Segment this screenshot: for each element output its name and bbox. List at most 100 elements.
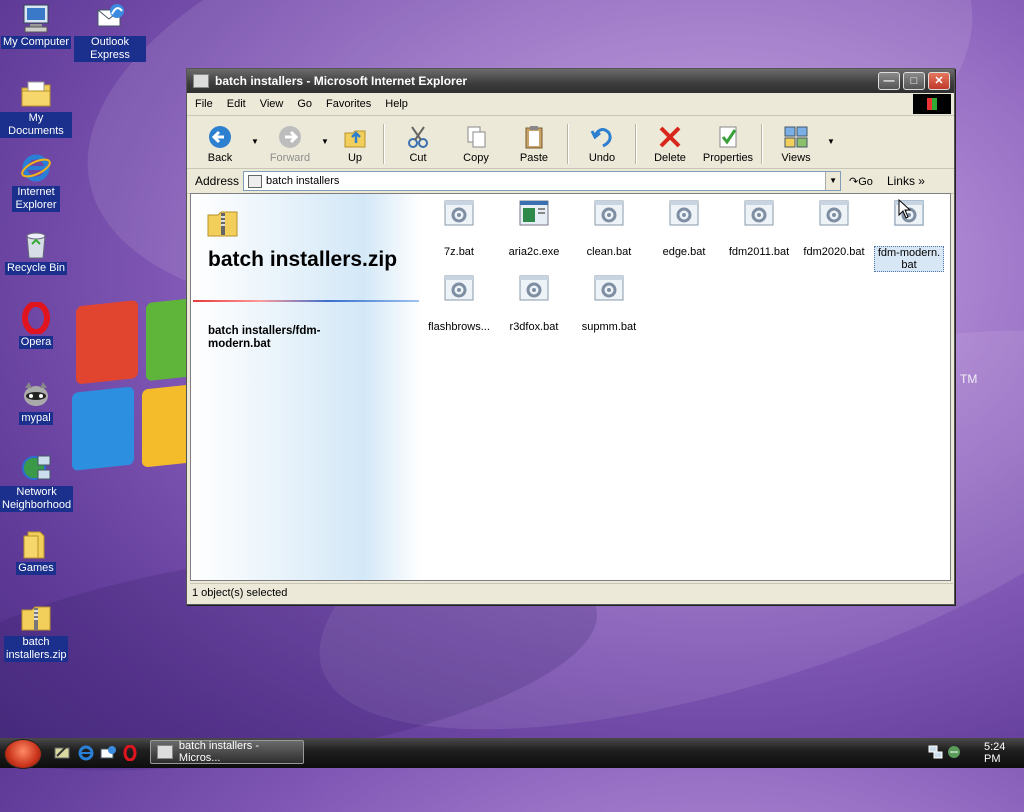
selected-item-path: batch installers/fdm-modern.bat: [208, 325, 321, 350]
menu-help[interactable]: Help: [385, 98, 408, 110]
clipboard-icon: [521, 125, 547, 149]
file-item[interactable]: flashbrows...: [423, 275, 495, 333]
file-item[interactable]: fdm2020.bat: [798, 200, 870, 258]
batch-file-icon: [519, 275, 549, 301]
minimize-button[interactable]: —: [878, 72, 900, 90]
desktop-icon-opera[interactable]: Opera: [0, 301, 72, 349]
links-button[interactable]: Links »: [887, 174, 925, 188]
address-label: Address: [195, 174, 240, 188]
go-arrow-icon: ↷: [849, 175, 859, 188]
desktop-icon-recycle-bin[interactable]: Recycle Bin: [0, 228, 72, 275]
batch-file-icon: [819, 200, 849, 226]
file-name: 7z.bat: [444, 246, 474, 258]
menu-view[interactable]: View: [260, 98, 284, 110]
windows-flag-icon: [913, 94, 951, 114]
desktop-icon-my-computer[interactable]: My Computer: [0, 2, 72, 49]
internet-explorer-icon[interactable]: [78, 745, 94, 761]
desktop-icon-internet-explorer[interactable]: Internet Explorer: [0, 152, 72, 212]
file-item[interactable]: 7z.bat: [423, 200, 495, 258]
web-view-pane: batch installers.zip batch installers/fd…: [191, 194, 421, 580]
batch-file-icon: [594, 200, 624, 226]
status-bar: 1 object(s) selected: [190, 583, 953, 602]
file-item[interactable]: supmm.bat: [573, 275, 645, 333]
address-value: batch installers: [266, 175, 340, 187]
taskbar-button-explorer[interactable]: batch installers - Micros...: [150, 740, 304, 764]
desktop-icon-outlook-express[interactable]: Outlook Express: [74, 2, 146, 62]
batch-file-icon: [594, 275, 624, 301]
system-tray: 5:24 PM: [918, 738, 1024, 768]
maximize-button[interactable]: □: [903, 72, 925, 90]
file-name: fdm2011.bat: [728, 246, 790, 258]
network-tray-icon[interactable]: [928, 744, 944, 763]
back-dropdown[interactable]: ▼: [249, 137, 261, 164]
zip-folder-icon: [207, 208, 239, 238]
toolbar-separator: [383, 124, 385, 164]
menu-go[interactable]: Go: [297, 98, 312, 110]
start-button[interactable]: [4, 739, 42, 769]
menu-file[interactable]: File: [195, 98, 213, 110]
window-icon: [157, 745, 173, 759]
file-item[interactable]: clean.bat: [573, 200, 645, 258]
forward-arrow-icon: [277, 125, 303, 149]
address-input[interactable]: batch installers ▼: [243, 171, 842, 191]
toolbar-separator: [635, 124, 637, 164]
window-title: batch installers - Microsoft Internet Ex…: [215, 74, 468, 88]
network-icon: [20, 452, 52, 484]
menu-edit[interactable]: Edit: [227, 98, 246, 110]
undo-button[interactable]: Undo: [573, 125, 631, 164]
back-arrow-icon: [207, 125, 233, 149]
paste-button[interactable]: Paste: [505, 125, 563, 164]
menu-favorites[interactable]: Favorites: [326, 98, 371, 110]
delete-button[interactable]: Delete: [641, 125, 699, 164]
desktop-icon-network-neighborhood[interactable]: Network Neighborhood: [0, 452, 74, 512]
file-item[interactable]: aria2c.exe: [498, 200, 570, 258]
forward-button[interactable]: Forward: [261, 125, 319, 164]
cut-button[interactable]: Cut: [389, 125, 447, 164]
folder-title: batch installers.zip: [208, 248, 398, 271]
views-dropdown[interactable]: ▼: [825, 137, 837, 164]
desktop-icon-mypal[interactable]: mypal: [0, 378, 72, 425]
properties-icon: [715, 125, 741, 149]
forward-dropdown[interactable]: ▼: [319, 137, 331, 164]
batch-file-icon: [444, 200, 474, 226]
outlook-express-icon: [94, 2, 126, 34]
volume-tray-icon[interactable]: [946, 744, 962, 763]
file-item[interactable]: r3dfox.bat: [498, 275, 570, 333]
title-divider: [193, 300, 419, 302]
clock[interactable]: 5:24 PM: [984, 741, 1024, 765]
file-item[interactable]: edge.bat: [648, 200, 720, 258]
address-dropdown[interactable]: ▼: [825, 172, 841, 190]
desktop-icon-batch-installers-zip[interactable]: batch installers.zip: [0, 602, 72, 662]
taskbar: batch installers - Micros... 5:24 PM: [0, 738, 1024, 769]
go-button[interactable]: ↷Go: [849, 175, 873, 188]
copy-button[interactable]: Copy: [447, 125, 505, 164]
views-button[interactable]: Views: [767, 125, 825, 164]
file-name: r3dfox.bat: [509, 321, 559, 333]
undo-icon: [589, 125, 615, 149]
show-desktop-icon[interactable]: [54, 745, 70, 761]
desktop-icon-games[interactable]: Games: [0, 528, 72, 575]
views-icon: [783, 125, 809, 149]
outlook-express-icon[interactable]: [100, 745, 116, 761]
title-bar[interactable]: batch installers - Microsoft Internet Ex…: [187, 69, 954, 93]
folder-icon: [20, 528, 52, 560]
toolbar-separator: [761, 124, 763, 164]
toolbar: Back ▼ Forward ▼ Up Cut Copy Paste Undo: [187, 116, 954, 169]
desktop-icon-my-documents[interactable]: My Documents: [0, 78, 72, 138]
opera-icon[interactable]: [122, 744, 138, 762]
file-name: fdm-modern.bat: [874, 246, 944, 272]
close-button[interactable]: ✕: [928, 72, 950, 90]
file-item[interactable]: fdm2011.bat: [723, 200, 795, 258]
up-button[interactable]: Up: [331, 125, 379, 164]
folder-view[interactable]: batch installers.zip batch installers/fd…: [190, 193, 951, 581]
properties-button[interactable]: Properties: [699, 125, 757, 164]
folder-up-icon: [342, 125, 368, 149]
raccoon-icon: [20, 378, 52, 410]
computer-icon: [20, 2, 52, 34]
back-button[interactable]: Back: [191, 125, 249, 164]
file-name: edge.bat: [662, 246, 706, 258]
address-bar: Address batch installers ▼ ↷Go Links »: [187, 169, 954, 194]
explorer-window[interactable]: batch installers - Microsoft Internet Ex…: [186, 68, 955, 605]
batch-file-icon: [444, 275, 474, 301]
file-name: fdm2020.bat: [803, 246, 865, 258]
